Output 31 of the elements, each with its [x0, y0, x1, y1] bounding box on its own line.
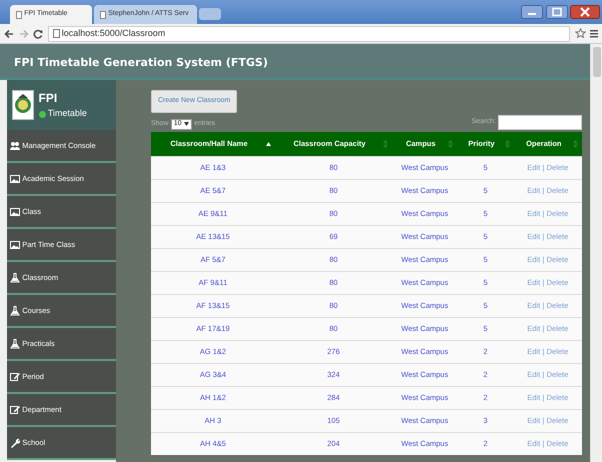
star-icon[interactable]: [574, 28, 586, 39]
brand-name: FPI: [38, 90, 58, 108]
caret-icon: [184, 122, 189, 126]
flask-icon: [10, 306, 20, 316]
menu-icon[interactable]: [590, 29, 598, 38]
picture-icon: [10, 240, 20, 250]
minimize-icon[interactable]: [521, 5, 544, 19]
sort-icon: [383, 139, 388, 148]
sort-icon: [504, 139, 510, 148]
wrench-icon: [10, 438, 20, 448]
back-icon[interactable]: [4, 28, 14, 38]
sort-icon: [573, 139, 578, 148]
page-icon: [100, 10, 106, 18]
edit-icon: [10, 372, 20, 382]
flask-icon: [10, 338, 20, 348]
sort-ascending-icon: [266, 142, 271, 146]
sort-icon: [448, 139, 454, 148]
maximize-icon[interactable]: [546, 5, 568, 19]
brand-subtitle: Timetable: [48, 107, 87, 120]
scrollbar[interactable]: [590, 44, 602, 462]
flask-icon: [10, 272, 20, 282]
reload-icon[interactable]: [33, 28, 43, 38]
page-title: FPI Timetable Generation System (FTGS): [0, 44, 590, 80]
users-icon: [10, 140, 20, 150]
page-icon: [16, 10, 22, 18]
search-field[interactable]: [498, 114, 582, 130]
edit-icon: [10, 404, 20, 414]
close-icon[interactable]: [570, 5, 600, 19]
picture-icon: [10, 174, 20, 184]
picture-icon: [10, 206, 20, 216]
logo-icon: [12, 90, 34, 120]
